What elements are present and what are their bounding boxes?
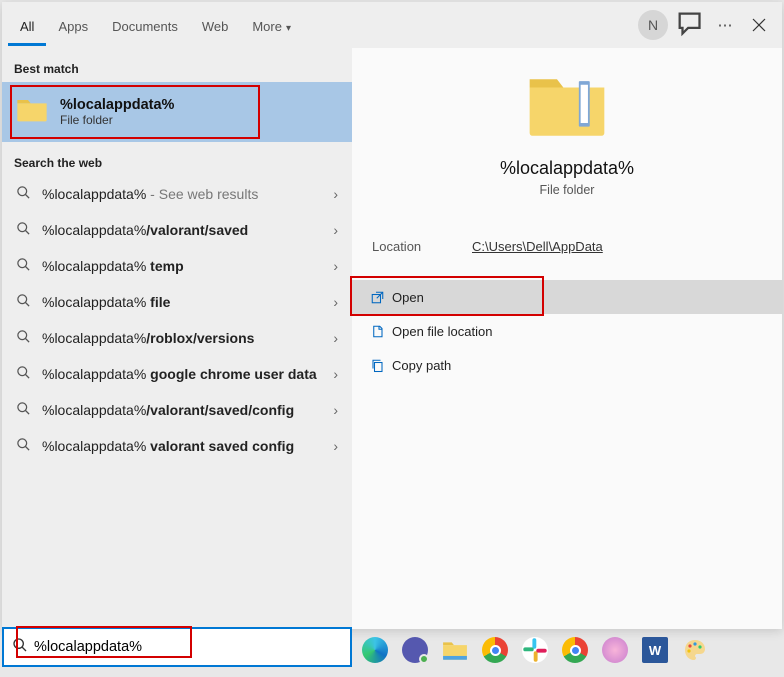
tab-documents[interactable]: Documents xyxy=(100,5,190,46)
best-match-subtitle: File folder xyxy=(60,113,174,127)
web-result-item[interactable]: %localappdata% valorant saved config› xyxy=(2,428,352,464)
web-result-text: %localappdata% - See web results xyxy=(42,185,329,204)
chevron-right-icon[interactable]: › xyxy=(329,438,342,454)
main-content: Best match %localappdata% File folder Se… xyxy=(2,48,782,629)
start-search-panel: All Apps Documents Web More▾ N ⋯ Best ma… xyxy=(2,2,782,629)
taskbar-chrome-icon[interactable] xyxy=(478,633,512,667)
search-icon xyxy=(14,221,32,239)
chevron-right-icon[interactable]: › xyxy=(329,186,342,202)
web-result-text: %localappdata% google chrome user data xyxy=(42,365,329,384)
best-match-item[interactable]: %localappdata% File folder xyxy=(2,82,352,142)
action-open[interactable]: Open xyxy=(352,280,782,314)
close-icon[interactable] xyxy=(742,8,776,42)
action-copy-path[interactable]: Copy path xyxy=(352,348,782,382)
chevron-right-icon[interactable]: › xyxy=(329,330,342,346)
taskbar-chrome2-icon[interactable] xyxy=(558,633,592,667)
chevron-right-icon[interactable]: › xyxy=(329,222,342,238)
taskbar-explorer-icon[interactable] xyxy=(438,633,472,667)
taskbar-snip-icon[interactable] xyxy=(598,633,632,667)
web-result-item[interactable]: %localappdata% file› xyxy=(2,284,352,320)
search-box[interactable] xyxy=(2,627,352,667)
chevron-down-icon: ▾ xyxy=(286,23,291,34)
location-value[interactable]: C:\Users\Dell\AppData xyxy=(472,239,603,254)
action-label: Open file location xyxy=(392,324,492,339)
search-icon xyxy=(12,637,28,658)
detail-header: %localappdata% File folder xyxy=(352,48,782,213)
search-web-label: Search the web xyxy=(2,142,352,176)
web-result-item[interactable]: %localappdata% temp› xyxy=(2,248,352,284)
best-match-title: %localappdata% xyxy=(60,97,174,113)
chevron-right-icon[interactable]: › xyxy=(329,366,342,382)
web-result-text: %localappdata%/roblox/versions xyxy=(42,329,329,348)
taskbar-word-icon[interactable]: W xyxy=(638,633,672,667)
taskbar-slack-icon[interactable] xyxy=(518,633,552,667)
open-location-icon xyxy=(370,324,392,339)
tab-web[interactable]: Web xyxy=(190,5,241,46)
detail-subtitle: File folder xyxy=(362,183,772,197)
web-result-item[interactable]: %localappdata%/valorant/saved/config› xyxy=(2,392,352,428)
detail-column: %localappdata% File folder Location C:\U… xyxy=(352,48,782,629)
tab-apps[interactable]: Apps xyxy=(46,5,100,46)
web-result-text: %localappdata% valorant saved config xyxy=(42,437,329,456)
chevron-right-icon[interactable]: › xyxy=(329,402,342,418)
action-list: Open Open file location Copy path xyxy=(352,280,782,382)
folder-icon xyxy=(16,96,48,128)
web-result-text: %localappdata% file xyxy=(42,293,329,312)
search-icon xyxy=(14,293,32,311)
tab-more[interactable]: More▾ xyxy=(240,5,303,46)
web-results-list: %localappdata% - See web results›%locala… xyxy=(2,176,352,464)
web-result-text: %localappdata%/valorant/saved/config xyxy=(42,401,329,420)
search-icon xyxy=(14,365,32,383)
web-result-item[interactable]: %localappdata%/roblox/versions› xyxy=(2,320,352,356)
search-input[interactable] xyxy=(34,639,342,655)
taskbar-edge-icon[interactable] xyxy=(358,633,392,667)
location-row: Location C:\Users\Dell\AppData xyxy=(352,213,782,280)
web-result-text: %localappdata% temp xyxy=(42,257,329,276)
chevron-right-icon[interactable]: › xyxy=(329,258,342,274)
web-result-text: %localappdata%/valorant/saved xyxy=(42,221,329,240)
copy-path-icon xyxy=(370,358,392,373)
search-icon xyxy=(14,257,32,275)
action-label: Open xyxy=(392,290,424,305)
search-icon xyxy=(14,185,32,203)
search-icon xyxy=(14,401,32,419)
feedback-icon[interactable] xyxy=(674,8,708,42)
action-label: Copy path xyxy=(392,358,451,373)
chevron-right-icon[interactable]: › xyxy=(329,294,342,310)
taskbar-paint-icon[interactable] xyxy=(678,633,712,667)
user-avatar[interactable]: N xyxy=(638,10,668,40)
web-result-item[interactable]: %localappdata% - See web results› xyxy=(2,176,352,212)
web-result-item[interactable]: %localappdata%/valorant/saved› xyxy=(2,212,352,248)
best-match-label: Best match xyxy=(2,48,352,82)
results-column: Best match %localappdata% File folder Se… xyxy=(2,48,352,629)
best-match-text: %localappdata% File folder xyxy=(60,97,174,127)
detail-title: %localappdata% xyxy=(362,158,772,179)
tab-all[interactable]: All xyxy=(8,5,46,46)
search-icon xyxy=(14,329,32,347)
more-options-icon[interactable]: ⋯ xyxy=(708,8,742,42)
location-label: Location xyxy=(372,239,472,254)
tabs-bar: All Apps Documents Web More▾ N ⋯ xyxy=(2,2,782,48)
search-icon xyxy=(14,437,32,455)
taskbar-teams-icon[interactable] xyxy=(398,633,432,667)
web-result-item[interactable]: %localappdata% google chrome user data› xyxy=(2,356,352,392)
open-icon xyxy=(370,290,392,305)
action-open-file-location[interactable]: Open file location xyxy=(352,314,782,348)
taskbar: W xyxy=(352,630,718,670)
folder-icon-large xyxy=(526,72,608,142)
